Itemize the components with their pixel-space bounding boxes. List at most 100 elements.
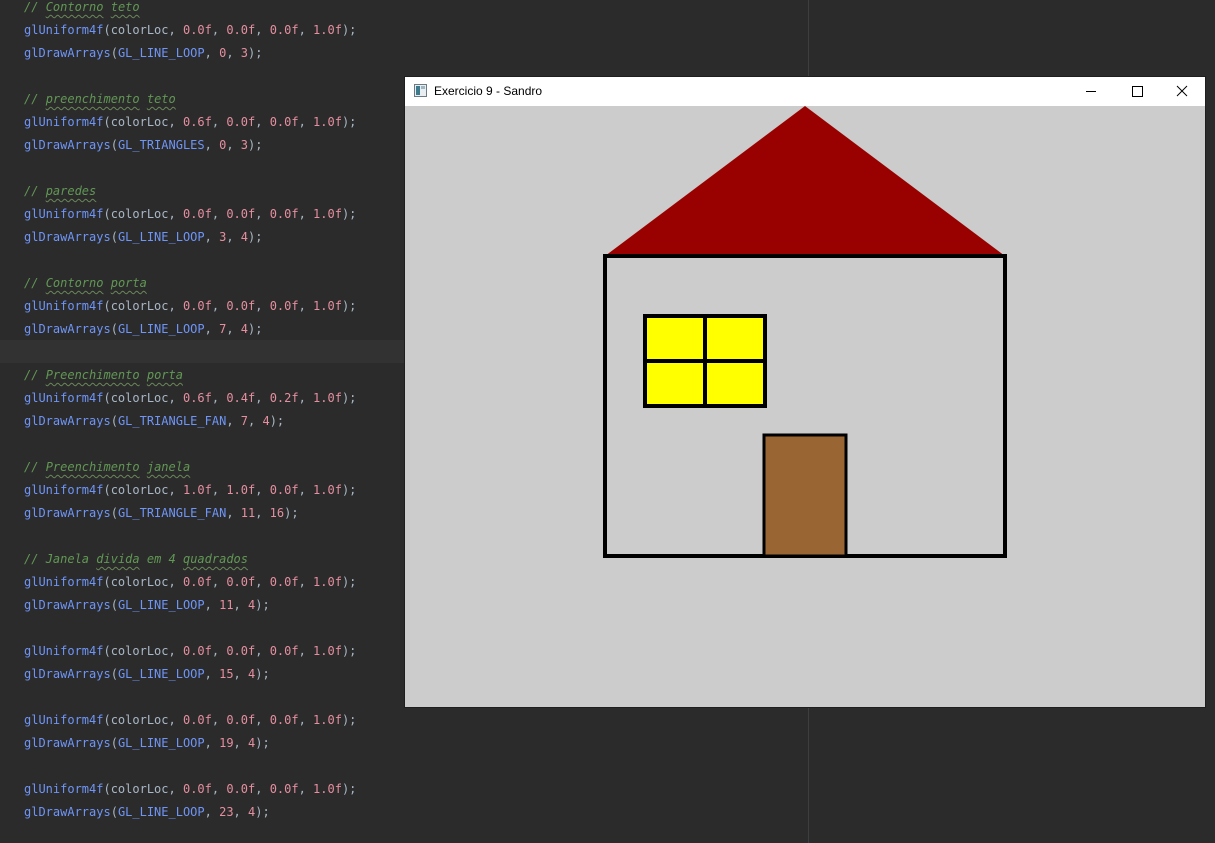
- code-punct: ,: [226, 506, 241, 520]
- door: [762, 433, 848, 558]
- code-number: 0.0f: [269, 575, 299, 589]
- code-punct: ,: [211, 483, 227, 497]
- code-function: glDrawArrays: [24, 230, 111, 244]
- code-number: 16: [269, 506, 285, 520]
- maximize-button[interactable]: [1114, 77, 1160, 106]
- code-number: 0.0f: [269, 782, 299, 796]
- code-punct: (colorLoc,: [103, 575, 183, 589]
- code-number: 7: [240, 414, 248, 428]
- code-line: glUniform4f(colorLoc, 0.0f, 0.0f, 0.0f, …: [24, 571, 356, 594]
- code-punct: );: [248, 138, 263, 152]
- window-titlebar[interactable]: Exercicio 9 - Sandro: [405, 77, 1205, 106]
- code-number: 1.0f: [313, 644, 342, 658]
- code-function: glDrawArrays: [24, 667, 111, 681]
- code-punct: ,: [255, 391, 270, 405]
- code-number: 0.4f: [226, 391, 256, 405]
- code-punct: );: [341, 207, 357, 221]
- code-punct: (colorLoc,: [103, 207, 183, 221]
- code-punct: ,: [298, 23, 314, 37]
- code-punct: ,: [211, 575, 227, 589]
- code-punct: ,: [255, 713, 270, 727]
- code-number: 0.0f: [269, 483, 299, 497]
- code-number: 0.0f: [226, 713, 256, 727]
- close-button[interactable]: [1159, 77, 1205, 106]
- code-punct: (colorLoc,: [103, 644, 183, 658]
- code-punct: ,: [298, 782, 314, 796]
- code-punct: );: [341, 782, 357, 796]
- code-line: glDrawArrays(GL_LINE_LOOP, 19, 4);: [24, 732, 270, 755]
- minimize-button[interactable]: [1068, 77, 1114, 106]
- code-number: 0.0f: [226, 782, 256, 796]
- code-punct: ,: [211, 713, 227, 727]
- code-number: 0.0f: [269, 644, 299, 658]
- code-punct: (: [110, 805, 118, 819]
- code-constant: GL_TRIANGLES: [117, 138, 205, 152]
- minimize-icon: [1086, 91, 1096, 92]
- code-line: glUniform4f(colorLoc, 0.0f, 0.0f, 0.0f, …: [24, 295, 356, 318]
- code-number: 1.0f: [313, 713, 342, 727]
- code-punct: );: [341, 115, 357, 129]
- code-line: glDrawArrays(GL_LINE_LOOP, 11, 4);: [24, 594, 270, 617]
- code-punct: ,: [298, 713, 314, 727]
- code-punct: ,: [298, 575, 314, 589]
- code-punct: (: [110, 414, 118, 428]
- code-number: 11: [219, 598, 234, 612]
- code-comment: // Janela divida em 4 quadrados: [24, 552, 249, 566]
- code-number: 1.0f: [313, 115, 342, 129]
- code-function: glDrawArrays: [24, 46, 111, 60]
- code-comment: // paredes: [24, 184, 97, 198]
- code-punct: ,: [255, 299, 270, 313]
- code-line: glDrawArrays(GL_LINE_LOOP, 7, 4);: [24, 318, 262, 341]
- code-punct: ,: [204, 598, 220, 612]
- code-punct: (: [110, 598, 118, 612]
- code-punct: );: [341, 644, 357, 658]
- code-line: glDrawArrays(GL_LINE_LOOP, 0, 3);: [24, 42, 262, 65]
- code-function: glDrawArrays: [24, 736, 111, 750]
- code-number: 1.0f: [313, 391, 342, 405]
- code-line: // Preenchimento porta: [24, 364, 183, 387]
- code-punct: );: [269, 414, 285, 428]
- code-punct: ,: [298, 207, 314, 221]
- code-line: // Contorno teto: [24, 0, 140, 19]
- code-punct: ,: [255, 506, 270, 520]
- code-punct: (: [110, 667, 118, 681]
- code-line: // Janela divida em 4 quadrados: [24, 548, 248, 571]
- code-punct: ,: [298, 115, 314, 129]
- code-punct: ,: [226, 46, 241, 60]
- code-number: 0.0f: [269, 115, 299, 129]
- code-constant: GL_LINE_LOOP: [117, 230, 205, 244]
- code-punct: );: [341, 575, 357, 589]
- maximize-icon: [1132, 86, 1143, 97]
- code-number: 1.0f: [313, 575, 342, 589]
- code-line: // paredes: [24, 180, 96, 203]
- code-punct: ,: [226, 414, 241, 428]
- code-line: glDrawArrays(GL_LINE_LOOP, 23, 4);: [24, 801, 270, 824]
- code-punct: ,: [211, 23, 227, 37]
- code-punct: ,: [226, 230, 241, 244]
- opengl-window[interactable]: Exercicio 9 - Sandro: [405, 77, 1205, 707]
- code-line: glDrawArrays(GL_TRIANGLE_FAN, 11, 16);: [24, 502, 299, 525]
- code-comment: // Preenchimento porta: [24, 368, 183, 382]
- window-title: Exercicio 9 - Sandro: [434, 84, 543, 98]
- code-punct: (colorLoc,: [103, 23, 183, 37]
- render-canvas: [405, 106, 1205, 707]
- code-constant: GL_LINE_LOOP: [117, 322, 205, 336]
- code-punct: (colorLoc,: [103, 299, 183, 313]
- code-number: 0.0f: [182, 23, 212, 37]
- code-line: glDrawArrays(GL_LINE_LOOP, 3, 4);: [24, 226, 262, 249]
- code-punct: ,: [211, 207, 227, 221]
- code-punct: ,: [211, 391, 227, 405]
- code-line: // Preenchimento janela: [24, 456, 190, 479]
- app-window-icon: [414, 84, 427, 97]
- code-punct: (colorLoc,: [103, 483, 183, 497]
- code-punct: (: [110, 138, 118, 152]
- code-punct: );: [341, 713, 357, 727]
- code-punct: ,: [233, 598, 248, 612]
- code-function: glUniform4f: [24, 782, 104, 796]
- code-number: 4: [262, 414, 270, 428]
- code-function: glUniform4f: [24, 23, 104, 37]
- code-punct: (colorLoc,: [103, 713, 183, 727]
- code-punct: ,: [204, 667, 220, 681]
- code-punct: );: [255, 667, 270, 681]
- code-function: glUniform4f: [24, 575, 104, 589]
